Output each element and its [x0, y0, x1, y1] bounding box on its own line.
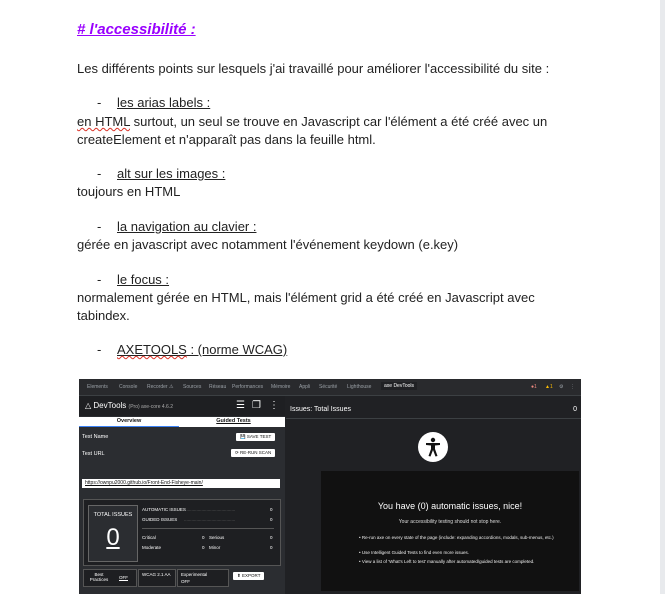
tab-sources[interactable]: Sources	[183, 384, 201, 390]
best-practices-toggle[interactable]: Best Practices OFF	[83, 569, 137, 587]
rerun-scan-button[interactable]: ⟳ RE-RUN SCAN	[231, 449, 276, 457]
body-line: gérée en javascript avec notamment l'évé…	[77, 237, 459, 252]
warning-count-icon: ▲1	[545, 384, 553, 390]
accessibility-icon	[418, 432, 448, 462]
export-button[interactable]: ⬆ EXPORT	[233, 572, 265, 580]
axe-devtools-screenshot: Elements Console Recorder ⚠ Sources Rése…	[79, 379, 581, 594]
moderate-label[interactable]: Moderate	[142, 545, 161, 550]
bullet-dash: -	[97, 272, 102, 287]
copy-icon[interactable]: ❐	[252, 400, 261, 411]
tab-recorder[interactable]: Recorder ⚠	[147, 384, 173, 390]
guided-issues-label[interactable]: GUIDED ISSUES	[142, 517, 177, 522]
list-icon[interactable]: ☰	[236, 400, 245, 411]
tab-performance[interactable]: Performances	[232, 384, 263, 390]
axe-logo: △ DevTools (Pro) axe-core 4.6.2	[85, 401, 173, 410]
moderate-count: 0	[202, 545, 205, 550]
wcag-standard-select[interactable]: WCAG 2.1 AA	[138, 569, 176, 587]
bullet-dash: -	[97, 95, 102, 110]
header-divider	[286, 418, 581, 419]
spellcheck-word: en HTML	[77, 114, 130, 129]
body-line: normalement gérée en HTML, mais l'élémen…	[77, 290, 535, 305]
axe-footer: Best Practices OFF WCAG 2.1 AA Experimen…	[83, 569, 279, 587]
axe-right-panel: Issues: Total Issues 0 You have (0) auto…	[286, 396, 581, 594]
no-issues-title: You have (0) automatic issues, nice!	[377, 501, 523, 511]
active-tab-indicator	[79, 426, 179, 427]
more-icon[interactable]: ⋮	[570, 384, 575, 390]
list-item: • View a list of 'What's Left to test' m…	[359, 559, 535, 564]
document-page: # l'accessibilité : Les différents point…	[0, 0, 660, 594]
serious-count: 0	[270, 535, 273, 540]
tab-security[interactable]: Sécurité	[319, 384, 337, 390]
axe-triangle-icon: △	[85, 401, 92, 410]
bullet-label-aria: les arias labels :	[117, 95, 211, 110]
automatic-issues-count: 0	[270, 507, 273, 512]
bullet-dash: -	[97, 219, 102, 234]
bullet-label-axetools: AXETOOLS : (norme WCAG)	[117, 342, 288, 357]
list-item: • Re-run axe on every state of the page …	[359, 535, 554, 540]
scrollbar[interactable]	[660, 0, 665, 594]
dots: ........................................…	[184, 507, 236, 512]
issues-count: 0	[573, 406, 577, 413]
tab-application[interactable]: Appli	[299, 384, 310, 390]
critical-count: 0	[202, 535, 205, 540]
kebab-icon[interactable]: ⋮	[269, 400, 279, 411]
tab-lighthouse[interactable]: Lighthouse	[347, 384, 371, 390]
minor-label[interactable]: Minor	[209, 545, 220, 550]
axe-subtabs: Overview Guided Tests	[79, 417, 285, 427]
test-url-value[interactable]: https://ownpu2000.github.io/Front-End-Fi…	[82, 479, 280, 488]
test-name-label: Test Name	[82, 434, 109, 440]
bullet-label-alt: alt sur les images :	[117, 166, 226, 181]
tab-guided-tests[interactable]: Guided Tests	[182, 418, 285, 424]
gear-icon[interactable]: ⚙	[559, 384, 563, 390]
error-count-icon: ●1	[531, 384, 537, 390]
body-line: en HTML surtout, un seul se trouve en Ja…	[77, 114, 548, 129]
dots: ........................................…	[184, 517, 236, 522]
body-line: createElement et n'apparaît pas dans la …	[77, 132, 376, 147]
serious-label[interactable]: Serious	[209, 535, 224, 540]
bullet-label-keyboard: la navigation au clavier :	[117, 219, 257, 234]
tab-overview[interactable]: Overview	[79, 418, 179, 424]
total-issues-label: TOTAL ISSUES	[93, 512, 133, 518]
body-line: toujours en HTML	[77, 184, 181, 199]
tab-network[interactable]: Réseau	[209, 384, 226, 390]
bullet-label-focus: le focus :	[117, 272, 170, 287]
critical-label[interactable]: Critical	[142, 535, 156, 540]
section-heading: # l'accessibilité :	[77, 21, 196, 38]
tab-elements[interactable]: Elements	[87, 384, 108, 390]
divider	[142, 528, 274, 529]
test-url-label: Test URL	[82, 451, 105, 457]
guided-issues-count: 0	[270, 517, 273, 522]
devtools-tabbar: Elements Console Recorder ⚠ Sources Rése…	[79, 379, 581, 396]
intro-text: Les différents points sur lesquels j'ai …	[77, 61, 550, 76]
minor-count: 0	[270, 545, 273, 550]
bullet-dash: -	[97, 166, 102, 181]
axe-header: △ DevTools (Pro) axe-core 4.6.2 ☰ ❐ ⋮	[79, 396, 285, 416]
total-issues-count[interactable]: 0	[89, 524, 137, 552]
issues-summary: TOTAL ISSUES 0 AUTOMATIC ISSUES ........…	[83, 499, 281, 566]
no-issues-card: You have (0) automatic issues, nice! You…	[321, 471, 579, 591]
issues-header: Issues: Total Issues	[290, 406, 351, 413]
tab-console[interactable]: Console	[119, 384, 137, 390]
list-item: • Use Intelligent Guided Tests to find e…	[359, 550, 470, 555]
save-test-button[interactable]: 💾 SAVE TEST	[236, 433, 276, 441]
automatic-issues-label[interactable]: AUTOMATIC ISSUES	[142, 507, 186, 512]
tab-memory[interactable]: Mémoire	[271, 384, 290, 390]
bullet-dash: -	[97, 342, 102, 357]
tab-axe-devtools[interactable]: axe DevTools	[381, 382, 418, 390]
total-issues-box: TOTAL ISSUES 0	[88, 505, 138, 562]
axe-left-panel: △ DevTools (Pro) axe-core 4.6.2 ☰ ❐ ⋮ Ov…	[79, 396, 285, 594]
no-issues-subtitle: Your accessibility testing should not st…	[398, 519, 502, 525]
body-line: tabindex.	[77, 308, 130, 323]
experimental-toggle[interactable]: Experimental OFF	[177, 569, 229, 587]
